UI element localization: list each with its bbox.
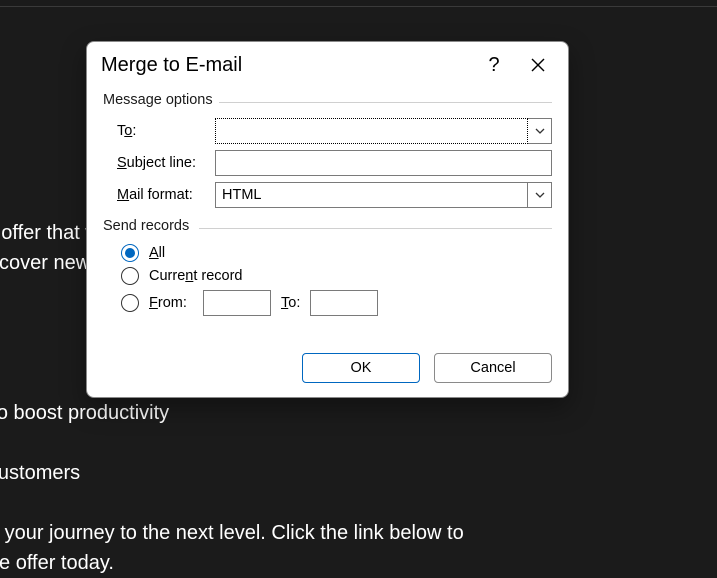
subject-label-post: ubject line: [127,155,196,171]
send-records-legend: Send records [103,218,552,234]
background-rule [0,6,717,7]
subject-label: Subject line: [117,155,207,171]
range-to-post: o: [288,295,300,311]
radio-current-label: Current record [149,268,243,284]
cancel-button[interactable]: Cancel [434,353,552,383]
dialog-body: Message options To: Subject line: [87,82,568,335]
to-combo-dropdown-button[interactable] [528,118,552,144]
radio-from-range[interactable]: From: To: [121,290,552,316]
radio-current-record[interactable]: Current record [121,267,552,285]
mail-format-combo[interactable]: HTML [215,182,552,208]
from-label: From: [149,295,193,311]
close-button[interactable] [520,50,556,80]
merge-to-email-dialog: Merge to E-mail ? Message options To: [86,41,569,398]
radio-all[interactable]: All [121,244,552,262]
from-label-accel: F [149,295,158,311]
send-records-group: Send records All Current record From: [103,218,552,316]
to-combo-value[interactable] [215,118,528,144]
message-options-legend: Message options [103,92,552,108]
radio-from-indicator [121,294,139,312]
mail-format-label: Mail format: [117,187,207,203]
dialog-titlebar: Merge to E-mail ? [87,42,568,82]
radio-current-indicator [121,267,139,285]
group-rule [219,102,552,103]
radio-current-post: t record [193,268,242,284]
to-label: To: [117,123,207,139]
range-to-label: To: [281,295,300,311]
subject-label-accel: S [117,155,127,171]
help-button[interactable]: ? [476,50,512,80]
radio-all-indicator [121,244,139,262]
subject-row: Subject line: [117,150,552,176]
radio-all-label: All [149,245,165,261]
mail-format-dropdown-button[interactable] [528,182,552,208]
to-combo[interactable] [215,118,552,144]
mail-format-label-post: ail format: [129,187,193,203]
from-label-post: rom: [158,295,187,311]
range-to-input[interactable] [310,290,378,316]
dialog-button-row: OK Cancel [87,335,568,397]
chevron-down-icon [535,128,545,134]
radio-current-pre: Curre [149,268,185,284]
range-from-input[interactable] [203,290,271,316]
group-rule [199,228,552,229]
to-row: To: [117,118,552,144]
subject-input[interactable] [215,150,552,176]
message-options-group: Message options To: Subject line: [103,92,552,208]
mail-format-row: Mail format: HTML [117,182,552,208]
dialog-title: Merge to E-mail [101,54,242,77]
radio-all-post: ll [159,245,165,261]
to-label-post: : [132,123,136,139]
radio-all-accel: A [149,245,159,261]
chevron-down-icon [535,192,545,198]
mail-format-combo-value[interactable]: HTML [215,182,528,208]
ok-button[interactable]: OK [302,353,420,383]
mail-format-label-accel: M [117,187,129,203]
help-icon: ? [488,54,499,77]
close-icon [530,57,546,73]
